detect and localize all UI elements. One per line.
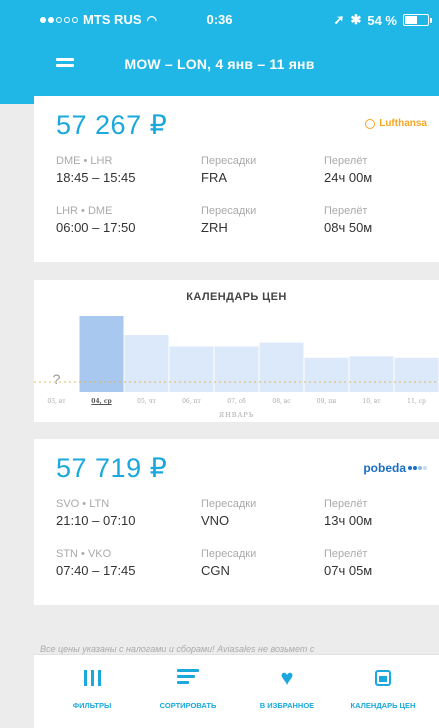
- filter-icon: [83, 670, 101, 686]
- leg-times: 21:10 – 07:10: [56, 513, 136, 528]
- calendar-tick-label[interactable]: 10, вт: [362, 398, 380, 405]
- flight-leg: DME • LHR 18:45 – 15:45 Пересадки FRA Пере…: [34, 154, 439, 194]
- nav-bar: MOW – LON, 4 янв – 11 янв: [0, 44, 439, 84]
- calendar-tick-label[interactable]: 05, чт: [137, 398, 156, 405]
- ticket-price: 57 719 ₽: [56, 453, 168, 483]
- ticket-price: 57 267 ₽: [56, 110, 168, 140]
- tab-label: В ИЗБРАННОЕ: [259, 701, 315, 710]
- flight-leg: STN • VKO 07:40 – 17:45 Пересадки CGN Пере…: [34, 547, 439, 587]
- price-bar[interactable]: [394, 357, 439, 392]
- price-bar[interactable]: [349, 356, 394, 392]
- bluetooth-icon: ✱: [350, 12, 362, 27]
- leg-duration: 07ч 05м: [324, 563, 373, 578]
- calendar-icon: [375, 670, 391, 686]
- airline-name: pobeda: [363, 461, 406, 475]
- tab-label: СОРТИРОВАТЬ: [159, 701, 217, 710]
- leg-route: STN • VKO: [56, 548, 112, 560]
- stops-label: Пересадки: [201, 498, 257, 510]
- price-bar[interactable]: [304, 357, 349, 392]
- leg-route: LHR • DME: [56, 205, 113, 217]
- ticket-card[interactable]: 57 267 ₽ Lufthansa DME • LHR 18:45 – 15:4…: [34, 96, 439, 262]
- ticket-card[interactable]: 57 719 ₽ pobeda SVO • LTN 21:10 – 07:10 П…: [34, 439, 439, 605]
- airline-logo: Lufthansa: [365, 118, 427, 129]
- leg-stops: FRA: [201, 170, 227, 185]
- flight-leg: LHR • DME 06:00 – 17:50 Пересадки ZRH Пере…: [34, 204, 439, 244]
- leg-duration: 08ч 50м: [324, 220, 373, 235]
- calendar-tick-label[interactable]: 08, вс: [272, 398, 290, 405]
- unknown-price-marker: ?: [53, 371, 61, 387]
- leg-route: SVO • LTN: [56, 498, 110, 510]
- tab-label: КАЛЕНДАРЬ ЦЕН: [350, 701, 416, 710]
- airline-name: Lufthansa: [379, 118, 427, 129]
- price-calendar: КАЛЕНДАРЬ ЦЕН ? 03, вт 04, ср 05, чт 06, пт…: [34, 280, 439, 422]
- lufthansa-crane-icon: [365, 118, 376, 129]
- tab-sort[interactable]: СОРТИРОВАТЬ: [138, 667, 238, 710]
- status-right: ➚ ✱ 54 %: [333, 12, 432, 28]
- status-bar: MTS RUS ◠ 0:36 ➚ ✱ 54 %: [0, 12, 439, 30]
- heart-icon: ♥: [280, 665, 294, 690]
- price-bar[interactable]: [124, 335, 169, 392]
- menu-icon[interactable]: [56, 58, 74, 70]
- sort-icon: [177, 669, 199, 687]
- calendar-tick-label[interactable]: 09, пн: [317, 398, 336, 405]
- price-bar-selected[interactable]: [79, 316, 124, 392]
- top-bar: MTS RUS ◠ 0:36 ➚ ✱ 54 % MOW – LON, 4 янв…: [0, 0, 439, 104]
- calendar-tick-label[interactable]: 03, вт: [47, 398, 65, 405]
- leg-times: 18:45 – 15:45: [56, 170, 136, 185]
- calendar-month: ЯНВАРЬ: [218, 411, 255, 419]
- price-bar[interactable]: [259, 342, 304, 392]
- leg-duration: 24ч 00м: [324, 170, 373, 185]
- duration-label: Перелёт: [324, 155, 368, 167]
- flight-leg: SVO • LTN 21:10 – 07:10 Пересадки VNO Пере…: [34, 497, 439, 537]
- leg-stops: CGN: [201, 563, 230, 578]
- bottom-tab-bar: ФИЛЬТРЫ СОРТИРОВАТЬ ♥ В ИЗБРАННОЕ КАЛЕНД…: [34, 654, 439, 728]
- tab-filters[interactable]: ФИЛЬТРЫ: [42, 667, 142, 710]
- location-icon: ➚: [333, 12, 345, 27]
- duration-label: Перелёт: [324, 498, 368, 510]
- duration-label: Перелёт: [324, 548, 368, 560]
- calendar-tick-label[interactable]: 04, ср: [91, 398, 111, 405]
- stops-label: Пересадки: [201, 548, 257, 560]
- battery-icon: [403, 14, 432, 26]
- price-notice: Все цены указаны с налогами и сборами! A…: [40, 644, 315, 654]
- airline-logo: pobeda: [363, 461, 427, 475]
- leg-times: 07:40 – 17:45: [56, 563, 136, 578]
- stops-label: Пересадки: [201, 205, 257, 217]
- pobeda-dots-icon: [408, 466, 427, 470]
- tab-label: ФИЛЬТРЫ: [72, 701, 112, 710]
- price-bar[interactable]: [169, 346, 214, 392]
- calendar-tick-label[interactable]: 06, пт: [182, 398, 201, 405]
- stops-label: Пересадки: [201, 155, 257, 167]
- leg-stops: VNO: [201, 513, 230, 528]
- leg-stops: ZRH: [201, 220, 228, 235]
- calendar-tick-label[interactable]: 11, ср: [407, 398, 426, 405]
- tab-price-calendar[interactable]: КАЛЕНДАРЬ ЦЕН: [333, 667, 433, 710]
- duration-label: Перелёт: [324, 205, 368, 217]
- leg-route: DME • LHR: [56, 155, 113, 167]
- calendar-tick-label[interactable]: 07, сб: [227, 398, 245, 405]
- leg-times: 06:00 – 17:50: [56, 220, 136, 235]
- battery-percent: 54 %: [367, 12, 397, 28]
- price-bar[interactable]: [214, 346, 259, 392]
- leg-duration: 13ч 00м: [324, 513, 373, 528]
- tab-favorites[interactable]: ♥ В ИЗБРАННОЕ: [237, 665, 337, 711]
